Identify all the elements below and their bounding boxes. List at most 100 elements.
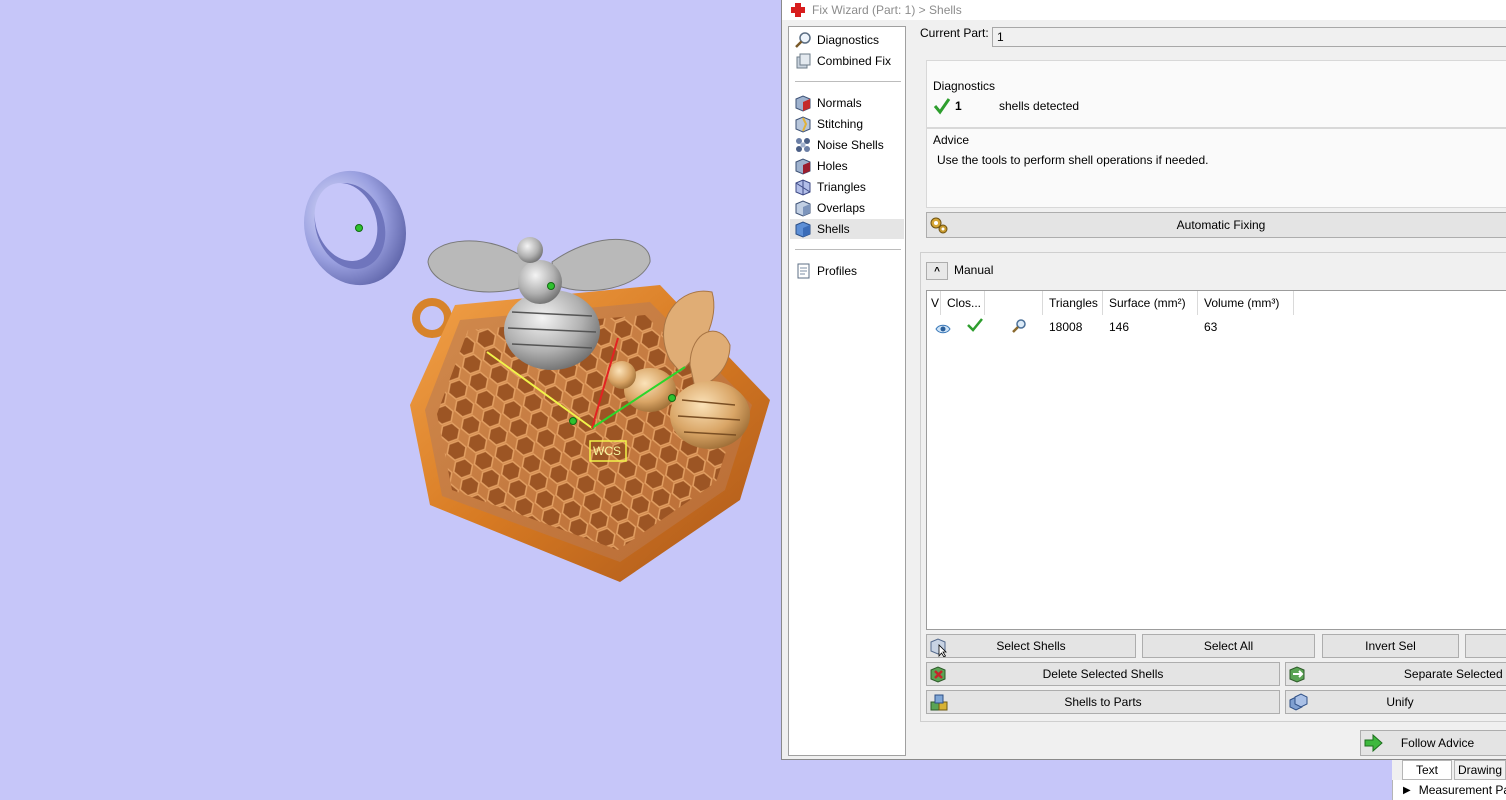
col-header-inspect[interactable] <box>985 291 1043 315</box>
nav-item-overlaps[interactable]: Overlaps <box>790 198 904 218</box>
nav-item-label: Noise Shells <box>817 138 884 152</box>
nav-item-label: Profiles <box>817 264 858 278</box>
row-surface: 146 <box>1109 320 1130 334</box>
collapse-chevron-icon: ^ <box>934 265 940 277</box>
advice-text: Use the tools to perform shell operation… <box>937 153 1209 167</box>
delete-selected-shells-button[interactable]: Delete Selected Shells <box>926 662 1280 686</box>
automatic-fixing-button[interactable]: Automatic Fixing <box>926 212 1506 238</box>
diagnostics-group <box>926 60 1506 128</box>
shell-count: 1 <box>955 99 962 113</box>
col-header-visible[interactable]: V <box>927 291 941 315</box>
gears-icon <box>930 217 948 234</box>
overlaps-icon <box>795 200 811 217</box>
eye-icon[interactable] <box>935 319 951 339</box>
nav-item-label: Combined Fix <box>817 54 892 68</box>
fix-wizard-dialog: Fix Wizard (Part: 1) > Shells Diagnostic… <box>781 0 1506 760</box>
select-all-label: Select All <box>1203 639 1254 653</box>
shells-to-parts-icon <box>930 694 948 711</box>
current-part-label: Current Part: <box>920 26 989 40</box>
medical-cross-icon <box>791 3 805 17</box>
unify-label: Unify <box>1386 695 1414 709</box>
wcs-label: WCS <box>593 444 621 458</box>
shells-icon <box>795 221 811 238</box>
3d-viewport[interactable]: WCS <box>0 0 780 800</box>
nav-item-label: Normals <box>817 96 862 110</box>
delete-shell-icon <box>930 666 946 683</box>
shells-to-parts-button[interactable]: Shells to Parts <box>926 690 1280 714</box>
nav-divider <box>795 81 901 82</box>
diagnostics-group-title: Diagnostics <box>933 79 996 93</box>
nav-item-label: Diagnostics <box>817 33 880 47</box>
combined-fix-icon <box>796 53 811 69</box>
nav-item-stitching[interactable]: Stitching <box>790 114 904 134</box>
nav-item-diagnostics[interactable]: Diagnostics <box>790 30 904 50</box>
separate-selected-label: Separate Selected S <box>1403 667 1506 681</box>
nav-item-label: Overlaps <box>817 201 866 215</box>
measurement-page-label: Measurement Pag <box>1418 783 1506 797</box>
current-part-field[interactable]: 1 <box>992 27 1506 47</box>
nav-item-combined-fix[interactable]: Combined Fix <box>790 51 904 71</box>
col-header-closed[interactable]: Clos... <box>941 291 985 315</box>
follow-advice-label: Follow Advice <box>1400 736 1475 750</box>
unify-button[interactable]: Unify <box>1285 690 1506 714</box>
holes-icon <box>795 158 811 175</box>
nav-item-noise-shells[interactable]: Noise Shells <box>790 135 904 155</box>
partial-button[interactable] <box>1465 634 1506 658</box>
magnifier-icon <box>795 32 811 48</box>
nav-item-triangles[interactable]: Triangles <box>790 177 904 197</box>
nav-item-label: Triangles <box>817 180 866 194</box>
check-icon <box>933 98 951 115</box>
select-shell-cursor-icon <box>930 638 947 657</box>
nav-item-holes[interactable]: Holes <box>790 156 904 176</box>
window-title: Fix Wizard (Part: 1) > Shells <box>812 3 962 17</box>
scene-render <box>303 170 770 582</box>
col-header-surface[interactable]: Surface (mm²) <box>1103 291 1198 315</box>
check-icon <box>967 318 983 332</box>
fix-nav-list: Diagnostics Combined Fix Normals Stitchi… <box>788 26 906 756</box>
title-bar[interactable]: Fix Wizard (Part: 1) > Shells <box>782 0 1506 20</box>
separate-shell-icon <box>1289 666 1305 683</box>
nav-item-normals[interactable]: Normals <box>790 93 904 113</box>
triangles-icon <box>795 179 811 196</box>
green-arrow-icon <box>1364 733 1383 753</box>
nav-item-label: Shells <box>817 222 850 236</box>
unify-icon <box>1289 693 1308 711</box>
invert-sel-label: Invert Sel <box>1365 639 1416 653</box>
table-row[interactable]: 18008 146 63 <box>927 315 1506 337</box>
normals-icon <box>795 95 811 112</box>
tab-text[interactable]: Text <box>1402 760 1452 780</box>
invert-selection-button[interactable]: Invert Sel <box>1322 634 1459 658</box>
expand-triangle-icon[interactable]: ▶ <box>1403 785 1411 796</box>
nav-item-label: Holes <box>817 159 848 173</box>
bottom-tabs-panel: Text Drawing ▶ Measurement Pag <box>1392 760 1506 800</box>
ring-model <box>303 170 407 286</box>
select-shells-button[interactable]: Select Shells <box>926 634 1136 658</box>
noise-shells-icon <box>796 138 810 152</box>
profiles-icon <box>797 263 810 279</box>
col-header-volume[interactable]: Volume (mm³) <box>1198 291 1294 315</box>
stitching-icon <box>795 116 811 133</box>
tab-drawing[interactable]: Drawing <box>1454 760 1506 780</box>
row-triangles: 18008 <box>1049 320 1083 334</box>
measurement-page-item[interactable]: ▶ Measurement Pag <box>1392 780 1506 800</box>
advice-group <box>926 128 1506 208</box>
nav-divider <box>795 249 901 250</box>
nav-item-shells[interactable]: Shells <box>790 219 904 239</box>
inspect-magnifier-icon[interactable] <box>1011 318 1027 334</box>
manual-label: Manual <box>954 263 994 277</box>
shells-to-parts-label: Shells to Parts <box>1064 695 1142 709</box>
separate-selected-shells-button[interactable]: Separate Selected S <box>1285 662 1506 686</box>
select-all-button[interactable]: Select All <box>1142 634 1315 658</box>
advice-group-title: Advice <box>933 133 970 147</box>
diagnostics-text: shells detected <box>999 99 1080 113</box>
select-shells-label: Select Shells <box>996 639 1066 653</box>
nav-item-profiles[interactable]: Profiles <box>790 261 904 281</box>
delete-selected-label: Delete Selected Shells <box>1042 667 1164 681</box>
manual-collapse-button[interactable]: ^ <box>926 262 948 280</box>
automatic-fixing-label: Automatic Fixing <box>1176 218 1266 232</box>
row-volume: 63 <box>1204 320 1218 334</box>
nav-item-label: Stitching <box>817 117 864 131</box>
col-header-triangles[interactable]: Triangles <box>1043 291 1103 315</box>
follow-advice-button[interactable]: Follow Advice <box>1360 730 1506 756</box>
shells-table: V Clos... Triangles Surface (mm²) Volume… <box>926 290 1506 630</box>
